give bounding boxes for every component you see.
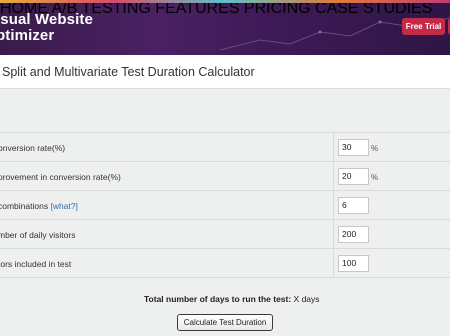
conversion-rate-input[interactable]: 30	[338, 139, 369, 156]
result-text: Total number of days to run the test: X …	[144, 294, 320, 304]
result-value: X days	[291, 294, 320, 304]
form-row-conversion-rate: onversion rate(%) 30 %	[0, 133, 450, 162]
combinations-input[interactable]: 6	[338, 197, 369, 214]
column-divider	[333, 162, 334, 190]
logo-line-2: ptimizer	[0, 27, 55, 44]
logo-line-1: isual Website	[0, 11, 93, 28]
form-row-combinations: combinations [what?] 6	[0, 191, 450, 220]
percent-unit: %	[371, 173, 379, 182]
daily-visitors-label: mber of daily visitors	[0, 230, 76, 240]
site-logo[interactable]: isual Website ptimizer	[0, 12, 93, 44]
improvement-label: provement in conversion rate(%)	[0, 172, 121, 182]
free-trial-button[interactable]: Free Trial	[402, 18, 445, 35]
conversion-rate-label: onversion rate(%)	[0, 143, 66, 153]
percent-unit: %	[371, 144, 379, 153]
column-divider	[333, 220, 334, 248]
what-link[interactable]: [what?]	[50, 201, 77, 211]
combinations-label-text: combinations	[0, 201, 51, 211]
calculate-button[interactable]: Calculate Test Duration	[177, 314, 273, 331]
form-row-improvement: provement in conversion rate(%) 20 %	[0, 162, 450, 191]
improvement-input[interactable]: 20	[338, 168, 369, 185]
title-bar: Split and Multivariate Test Duration Cal…	[0, 55, 450, 89]
result-label: Total number of days to run the test:	[144, 294, 292, 304]
column-divider	[333, 133, 334, 161]
color-strip	[0, 0, 450, 3]
form-row-daily-visitors: mber of daily visitors 200	[0, 220, 450, 249]
visitors-in-test-label: tors included in test	[0, 259, 72, 269]
page-title: Split and Multivariate Test Duration Cal…	[2, 65, 255, 79]
column-divider	[333, 191, 334, 219]
visitors-in-test-input[interactable]: 100	[338, 255, 369, 272]
calculator-form: onversion rate(%) 30 % provement in conv…	[0, 132, 450, 278]
combinations-label: combinations [what?]	[0, 201, 78, 211]
site-header: isual Website ptimizer HOME A/B TESTING …	[0, 0, 450, 55]
form-row-visitors-in-test: tors included in test 100	[0, 249, 450, 278]
column-divider	[333, 249, 334, 277]
daily-visitors-input[interactable]: 200	[338, 226, 369, 243]
